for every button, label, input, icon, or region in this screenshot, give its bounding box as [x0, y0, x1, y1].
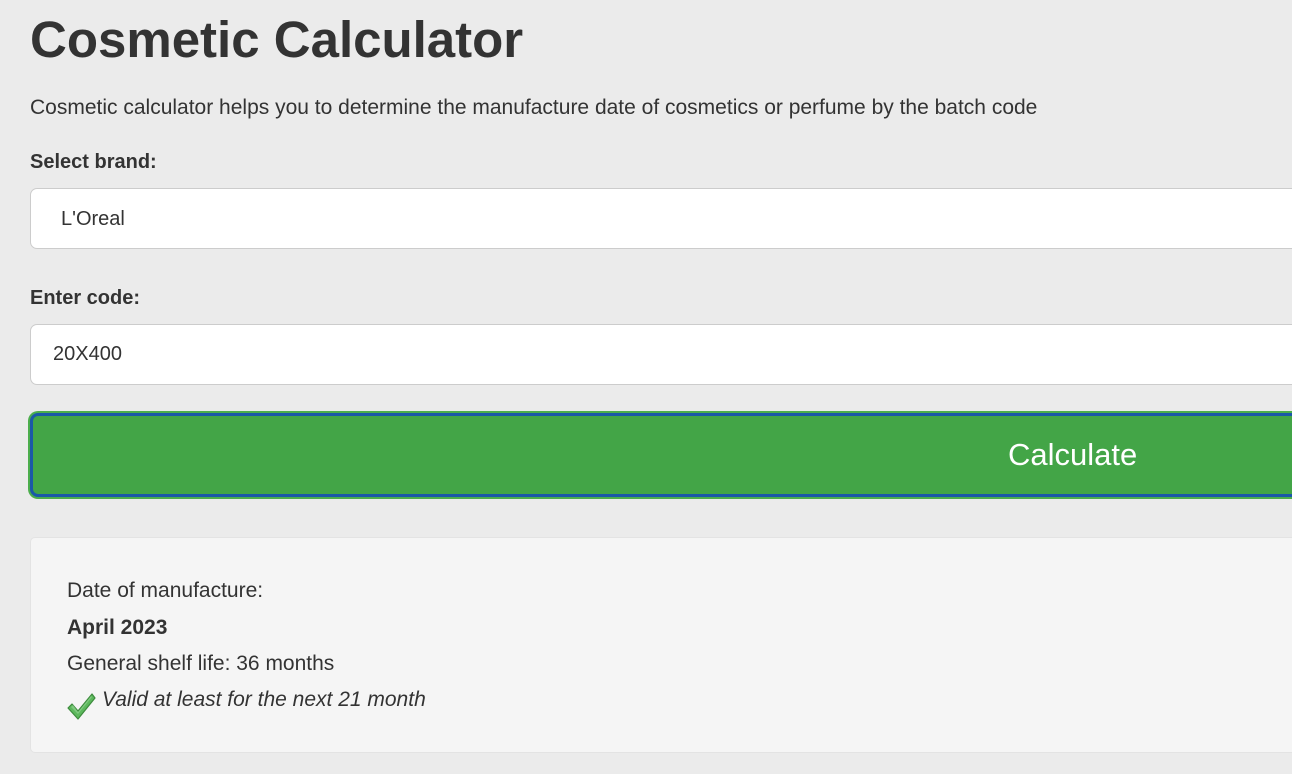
check-icon — [67, 693, 96, 720]
calculate-button[interactable]: Calculate — [30, 413, 1292, 497]
validity-text: Valid at least for the next 21 month — [102, 688, 426, 711]
page-description: Cosmetic calculator helps you to determi… — [30, 96, 1038, 119]
code-input[interactable] — [30, 324, 1292, 385]
brand-label: Select brand: — [30, 151, 157, 173]
page-title: Cosmetic Calculator — [30, 11, 524, 68]
manufacture-date-label: Date of manufacture: — [67, 579, 264, 602]
code-label: Enter code: — [30, 287, 141, 309]
result-panel: Date of manufacture: April 2023 General … — [30, 537, 1292, 753]
shelf-life-text: General shelf life: 36 months — [67, 652, 335, 675]
brand-select[interactable]: L'Oreal — [30, 188, 1292, 249]
manufacture-date-value: April 2023 — [67, 616, 168, 639]
